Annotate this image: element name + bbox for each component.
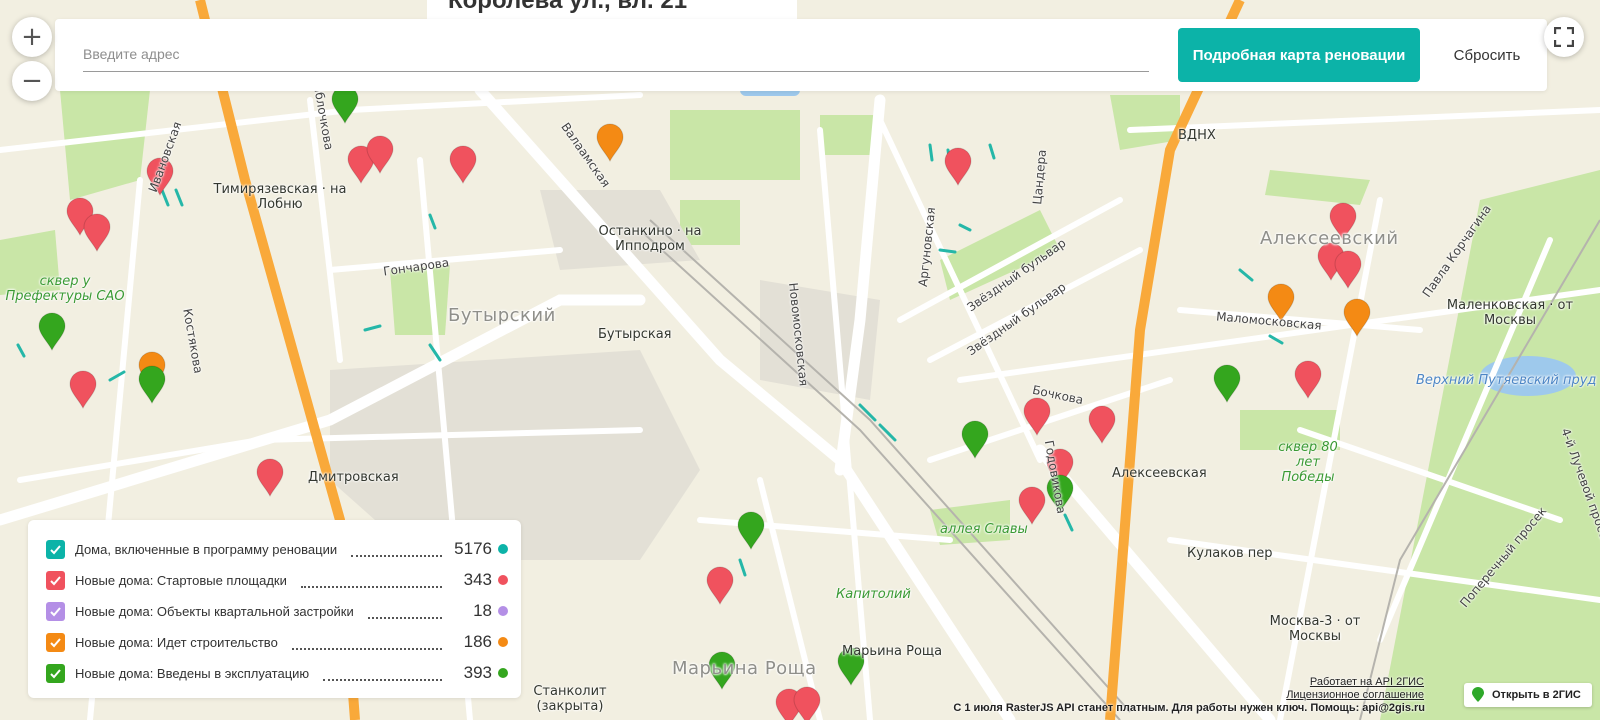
license-link[interactable]: Лицензионное соглашение [1286, 689, 1424, 701]
legend-count: 18 [473, 601, 492, 620]
checkbox-operational[interactable] [46, 663, 65, 683]
checkbox-start[interactable] [46, 570, 65, 590]
legend-label: Новые дома: Введены в эксплуатацию [75, 665, 310, 681]
legend-label: Новые дома: Объекты квартальной застройк… [75, 603, 354, 619]
legend-row-block[interactable]: Новые дома: Объекты квартальной застройк… [46, 600, 508, 622]
legend-row-renovation[interactable]: Дома, включенные в программу реновации 5… [46, 538, 508, 560]
legend-count: 5176 [454, 539, 492, 558]
checkmark-icon [50, 637, 61, 647]
legend-panel: Дома, включенные в программу реновации 5… [28, 520, 521, 698]
legend-row-start[interactable]: Новые дома: Стартовые площадки 343 [46, 569, 508, 591]
address-input[interactable] [83, 37, 1149, 72]
label-kapitoliy: Капитолий [836, 587, 911, 602]
label-skver-prefektury: сквер у Префектуры САО [5, 274, 125, 304]
open-in-2gis-label: Открыть в 2ГИС [1492, 689, 1581, 701]
legend-color-dot [498, 637, 508, 647]
label-alekseevskaya: Алексеевская [1112, 466, 1207, 481]
legend-count: 393 [463, 663, 492, 682]
api-attribution-link[interactable]: Работает на API 2ГИС [1310, 676, 1424, 688]
checkbox-renovation[interactable] [46, 539, 65, 559]
renovation-map-button[interactable]: Подробная карта реновации [1178, 28, 1420, 82]
label-kulakov: Кулаков пер [1187, 546, 1273, 561]
legend-leader [300, 578, 442, 588]
checkmark-icon [50, 544, 61, 554]
legend-leader [351, 547, 442, 557]
search-panel: Подробная карта реновации Сбросить [55, 19, 1547, 91]
checkbox-block[interactable] [46, 601, 65, 621]
legend-count: 186 [463, 632, 492, 651]
legend-color-dot [498, 606, 508, 616]
label-alekseevsky: Алексеевский [1260, 228, 1399, 249]
checkmark-icon [50, 668, 61, 678]
checkmark-icon [50, 606, 61, 616]
legend-label: Дома, включенные в программу реновации [75, 541, 338, 557]
label-butyrsky: Бутырский [448, 305, 556, 326]
label-timiryazevskaya: Тимирязевская · на Лобню [213, 182, 347, 212]
legend-leader [291, 640, 442, 650]
open-in-2gis-button[interactable]: Открыть в 2ГИС [1464, 683, 1592, 707]
legend-color-dot [498, 575, 508, 585]
legend-row-construction[interactable]: Новые дома: Идет строительство 186 [46, 631, 508, 653]
legend-count: 343 [463, 570, 492, 589]
legend-leader [367, 609, 442, 619]
checkmark-icon [50, 575, 61, 585]
label-malenkovskaya: Маленковская · от Москвы [1446, 298, 1574, 328]
legend-color-dot [498, 668, 508, 678]
label-putyaevsky: Верхний Путяевский пруд [1416, 373, 1597, 388]
fullscreen-button[interactable] [1544, 17, 1584, 57]
legend-row-operational[interactable]: Новые дома: Введены в эксплуатацию 393 [46, 662, 508, 684]
label-butyrskaya: Бутырская [598, 327, 672, 342]
label-alleya-slavy: аллея Славы [940, 522, 1028, 537]
label-stankolit: Станколит (закрыта) [533, 684, 607, 714]
label-ostankino: Останкино · на Ипподром [598, 224, 702, 254]
zoom-in-button[interactable]: + [12, 17, 52, 57]
label-maryina-roscha: Марьина Роща [672, 658, 817, 679]
label-skver80: сквер 80 лет Победы [1278, 440, 1338, 485]
map-pin-icon [1472, 687, 1484, 702]
label-maryina-roscha-station: Марьина Роща [842, 644, 943, 659]
zoom-out-button[interactable]: − [12, 61, 52, 101]
label-moskva3: Москва-3 · от Москвы [1269, 614, 1361, 644]
label-vdnh: ВДНХ [1178, 128, 1216, 143]
legend-label: Новые дома: Стартовые площадки [75, 572, 287, 588]
checkbox-construction[interactable] [46, 632, 65, 652]
label-dmitrovskaya: Дмитровская [308, 470, 399, 485]
address-popup-title: Королёва ул., вл. 21 [448, 0, 688, 14]
legend-color-dot [498, 544, 508, 554]
legend-leader [323, 671, 442, 681]
api-notice: С 1 июля RasterJS API станет платным. Дл… [953, 702, 1425, 714]
reset-button[interactable]: Сбросить [1437, 28, 1537, 82]
legend-label: Новые дома: Идет строительство [75, 634, 278, 650]
fullscreen-icon [1554, 27, 1574, 47]
